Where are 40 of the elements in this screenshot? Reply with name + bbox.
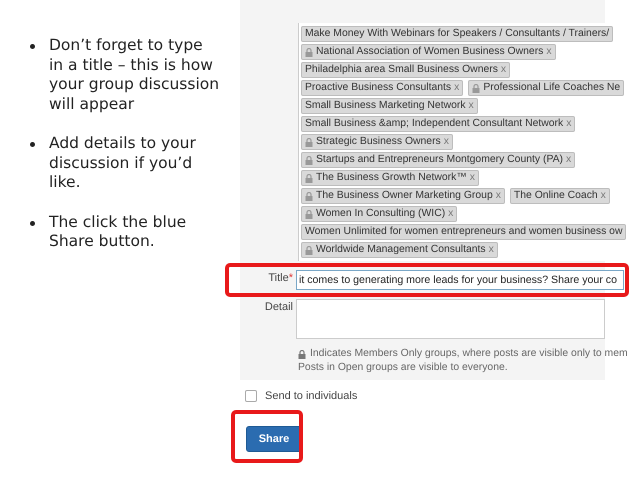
bullet-text: Don’t forget to type in a title – this is how your group discussion will appear (49, 36, 220, 114)
group-tag[interactable]: National Association of Women Business Owners x (301, 44, 556, 60)
group-tag[interactable]: Professional Life Coaches Ne (468, 80, 624, 96)
lock-icon (472, 84, 480, 92)
group-tag[interactable]: Proactive Business Consultants x (301, 80, 464, 96)
bullet-icon (30, 142, 35, 147)
group-tag[interactable]: The Online Coach x (510, 188, 610, 204)
share-button[interactable]: Share (246, 426, 302, 452)
group-tag[interactable]: Philadelphia area Small Business Owners x (301, 62, 510, 78)
lock-icon (305, 138, 313, 146)
group-tag[interactable]: Worldwide Management Consultants x (301, 242, 498, 258)
group-tag[interactable]: Strategic Business Owners x (301, 134, 453, 150)
detail-label: Detail (264, 301, 293, 313)
group-tag[interactable]: Women Unlimited for women entrepreneurs and women business ow (301, 224, 626, 240)
group-tag[interactable]: Startups and Entrepreneurs Montgomery County (PA) x (301, 152, 576, 168)
group-tag[interactable]: The Business Owner Marketing Group x (301, 188, 505, 204)
lock-icon (305, 192, 313, 200)
checkbox-label[interactable]: Send to individuals (265, 388, 358, 404)
group-tag[interactable]: Make Money With Webinars for Speakers / Consultants / Trainers/ (301, 26, 614, 42)
lock-icon (305, 156, 313, 164)
note-text: Posts in Open groups are visible to everyone. (298, 361, 509, 375)
lock-icon (305, 48, 313, 56)
group-tag[interactable]: The Business Growth Network™ x (301, 170, 479, 186)
bullet-text: The click the blue Share button. (49, 212, 188, 252)
checkbox[interactable] (245, 390, 257, 402)
group-tag[interactable]: Small Business Marketing Network x (301, 98, 478, 114)
lock-icon (298, 350, 306, 358)
lock-icon (305, 210, 313, 218)
bullet-text: Add details to your discussion if you’d like. (49, 134, 197, 192)
detail-field[interactable] (296, 299, 605, 339)
lock-icon (305, 174, 313, 182)
note-text: Indicates Members Only groups, where posts are visible only to mem (310, 347, 628, 361)
bullet-icon (30, 44, 35, 49)
highlight-frame (231, 410, 303, 463)
title-label: Title* (268, 272, 293, 284)
lock-icon (305, 246, 313, 254)
group-tag[interactable]: Small Business &amp; Independent Consultant Network x (301, 116, 576, 132)
title-field[interactable]: it comes to generating more leads for your business? Share your co (296, 270, 624, 290)
bullet-icon (30, 220, 35, 226)
group-tag[interactable]: Women In Consulting (WIC) x (301, 206, 458, 222)
